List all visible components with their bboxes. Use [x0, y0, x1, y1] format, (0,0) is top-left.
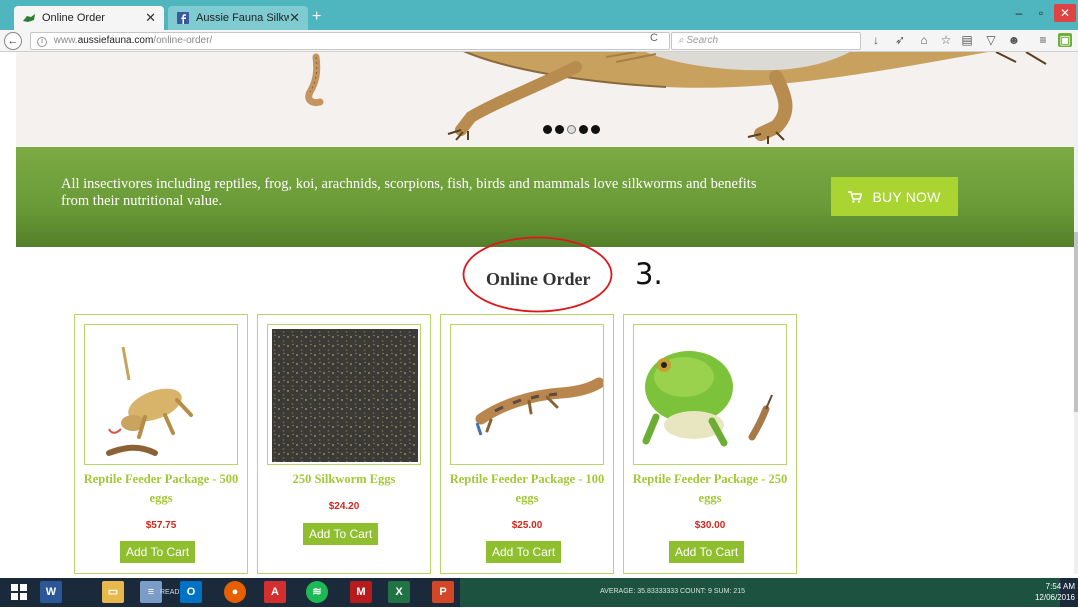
menu-icon[interactable]: ≡ [1036, 33, 1050, 47]
acrobat-icon[interactable]: A [264, 581, 286, 603]
url-prefix: www. [53, 35, 78, 46]
product-image-frame[interactable] [84, 324, 238, 465]
info-icon[interactable]: i [37, 37, 47, 47]
new-tab-button[interactable]: + [312, 8, 321, 26]
pocket-icon[interactable]: ▽ [984, 33, 998, 47]
add-to-cart-button[interactable]: Add To Cart [303, 523, 379, 545]
tab-aussie-fauna-silkworms[interactable]: Aussie Fauna Silkworms ✕ [168, 6, 308, 30]
carousel-dot[interactable] [543, 125, 552, 134]
excel-status-summary: AVERAGE: 35.83333333 COUNT: 9 SUM: 215 [600, 588, 745, 595]
powerpoint-icon[interactable]: P [432, 581, 454, 603]
product-price: $57.75 [145, 520, 177, 531]
windows-start-icon[interactable] [8, 581, 30, 603]
mcafee-icon[interactable]: M [350, 581, 372, 603]
product-image-frame[interactable] [633, 324, 787, 465]
system-tray-clock[interactable]: 7:54 AM 12/06/2016 [1005, 581, 1075, 603]
search-placeholder: Search [686, 35, 719, 46]
download-icon[interactable]: ↓ [869, 33, 883, 47]
library-icon[interactable]: ▤ [960, 33, 974, 47]
home-icon[interactable]: ⌂ [917, 33, 931, 47]
product-name[interactable]: Reptile Feeder Package - 100 eggs [445, 470, 609, 508]
clock-date: 12/06/2016 [1034, 593, 1075, 602]
product-card: 250 Silkworm Eggs $24.20 Add To Cart [257, 314, 431, 574]
back-button[interactable]: ← [4, 32, 22, 50]
scrollbar-thumb[interactable] [1074, 232, 1078, 412]
carousel-pagination [543, 125, 600, 134]
annotation-label: 3. [635, 257, 663, 291]
excel-icon[interactable]: X [388, 581, 410, 603]
banner-text: All insectivores including reptiles, fro… [61, 176, 757, 209]
add-to-cart-button[interactable]: Add To Cart [669, 541, 745, 563]
silkworm-eggs-image [272, 329, 418, 462]
reload-icon[interactable]: C [650, 32, 658, 44]
star-icon[interactable]: ☆ [939, 33, 953, 47]
carousel-dot[interactable] [591, 125, 600, 134]
add-to-cart-button[interactable]: Add To Cart [120, 541, 196, 563]
search-input[interactable]: ⌕ Search [671, 32, 861, 50]
product-card: Reptile Feeder Package - 500 eggs $57.75… [74, 314, 248, 574]
spotify-icon[interactable]: ≋ [306, 581, 328, 603]
close-tab-icon[interactable]: ✕ [289, 10, 300, 26]
buy-now-button[interactable]: BUY NOW [831, 177, 958, 216]
tab-title: Online Order [42, 12, 105, 24]
buy-now-label: BUY NOW [872, 188, 941, 205]
browser-tab-bar: Online Order ✕ Aussie Fauna Silkworms ✕ … [0, 0, 1078, 30]
aussie-fauna-icon [23, 14, 35, 22]
green-tree-frog-image [642, 351, 773, 447]
carousel-dot[interactable] [555, 125, 564, 134]
page-scrollbar[interactable] [1074, 52, 1078, 574]
carousel-dot[interactable] [579, 125, 588, 134]
product-image-frame[interactable] [450, 324, 604, 465]
maximize-button[interactable]: ▫ [1032, 4, 1050, 22]
tab-online-order[interactable]: Online Order ✕ [14, 6, 164, 30]
extension-icon[interactable]: ▣ [1058, 33, 1072, 47]
hero-slider [16, 52, 1074, 147]
url-path: /online-order/ [153, 35, 213, 46]
product-card: Reptile Feeder Package - 100 eggs $25.00… [440, 314, 614, 574]
smiley-icon[interactable]: ☻ [1007, 33, 1021, 47]
send-icon[interactable]: ➶ [893, 33, 907, 47]
notepad-icon[interactable]: ≡ [140, 581, 162, 603]
file-explorer-icon[interactable]: ▭ [102, 581, 124, 603]
url-host: aussiefauna.com [77, 35, 154, 46]
excel-status-bar [460, 578, 1060, 607]
add-to-cart-button[interactable]: Add To Cart [486, 541, 562, 563]
product-name[interactable]: Reptile Feeder Package - 250 eggs [628, 470, 792, 508]
navigation-toolbar: ← i www.aussiefauna.com/online-order/ C … [0, 30, 1078, 52]
blue-tongue-lizard-image [475, 377, 603, 436]
close-window-button[interactable]: ✕ [1054, 4, 1076, 22]
tab-title: Aussie Fauna Silkworms [196, 12, 290, 24]
windows-taskbar: W ▭ ≡ READY O ● A ≋ M X P AVERAGE: 35.83… [0, 578, 1078, 607]
close-tab-icon[interactable]: ✕ [145, 10, 156, 26]
annotation-circle [462, 236, 613, 313]
product-card: Reptile Feeder Package - 250 eggs $30.00… [623, 314, 797, 574]
address-bar[interactable]: i www.aussiefauna.com/online-order/ [30, 32, 670, 50]
product-price: $24.20 [328, 501, 360, 512]
product-image-frame[interactable] [267, 324, 421, 465]
bearded-dragon-image [106, 346, 193, 456]
minimize-button[interactable]: – [1010, 4, 1028, 22]
promo-banner: All insectivores including reptiles, fro… [16, 147, 1074, 247]
outlook-icon[interactable]: O [180, 581, 202, 603]
web-page: All insectivores including reptiles, fro… [0, 52, 1074, 574]
clock-time: 7:54 AM [1045, 582, 1075, 591]
product-name[interactable]: Reptile Feeder Package - 500 eggs [79, 470, 243, 508]
firefox-icon[interactable]: ● [224, 581, 246, 603]
word-icon[interactable]: W [40, 581, 62, 603]
product-name[interactable]: 250 Silkworm Eggs [262, 470, 426, 489]
cart-icon [848, 190, 863, 203]
facebook-icon [177, 12, 189, 24]
carousel-dot-active[interactable] [567, 125, 576, 134]
product-price: $25.00 [511, 520, 543, 531]
product-price: $30.00 [694, 520, 726, 531]
